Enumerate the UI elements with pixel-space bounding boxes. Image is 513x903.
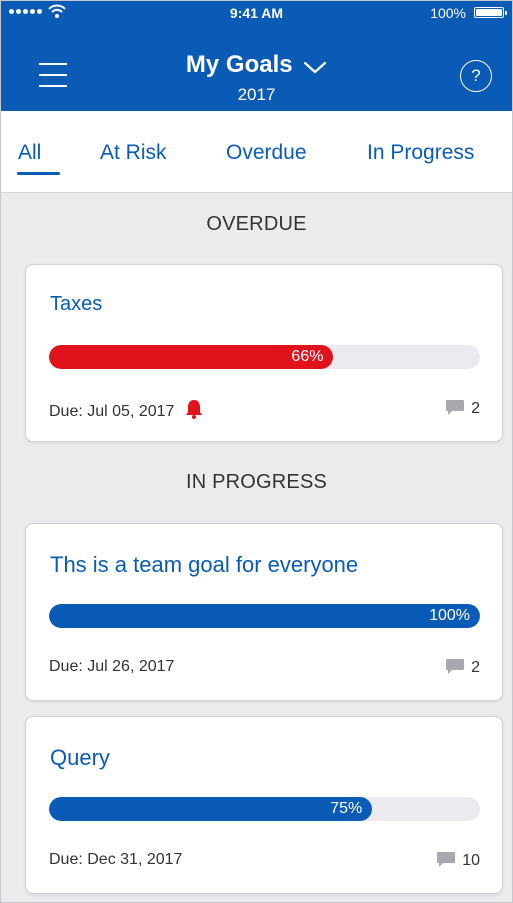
progress-bar: 75% (49, 797, 480, 821)
goal-period-selector[interactable]: My Goals (1, 51, 512, 79)
tab-overdue[interactable]: Overdue (226, 141, 307, 165)
page-title: My Goals (185, 51, 293, 78)
goal-title[interactable]: Taxes (50, 293, 102, 316)
comment-count-value: 2 (471, 400, 480, 417)
comment-icon (437, 852, 456, 867)
help-button[interactable]: ? (460, 60, 492, 92)
comment-count[interactable]: 2 (445, 399, 480, 418)
battery-icon (474, 7, 507, 18)
comment-icon (446, 400, 465, 415)
comment-count[interactable]: 2 (445, 658, 480, 677)
chevron-down-icon (303, 61, 327, 73)
due-date: Due: Jul 05, 2017 (49, 403, 175, 420)
comment-count-value: 10 (462, 852, 480, 869)
bell-icon (185, 400, 202, 419)
goal-title[interactable]: Query (50, 745, 110, 771)
progress-bar-fill: 75% (49, 797, 373, 821)
comment-icon (446, 659, 465, 674)
page-subtitle-year: 2017 (237, 85, 276, 104)
progress-percent: 75% (330, 800, 363, 817)
app-header: 9:41 AM 100% My Goals 2017 ? (1, 1, 512, 111)
tab-all[interactable]: All (18, 141, 41, 165)
goal-card[interactable]: Taxes 66% Due: Jul 05, 2017 2 (25, 264, 503, 442)
progress-bar-fill: 100% (49, 604, 480, 628)
due-date-row: Due: Jul 05, 2017 (49, 399, 203, 421)
goal-card[interactable]: Ths is a team goal for everyone 100% Due… (25, 523, 503, 701)
comment-count[interactable]: 10 (436, 851, 480, 870)
tab-in-progress[interactable]: In Progress (367, 141, 474, 165)
filter-tabs: All At Risk Overdue In Progress (1, 111, 512, 193)
progress-percent: 100% (429, 607, 470, 624)
goal-title[interactable]: Ths is a team goal for everyone (50, 552, 358, 578)
progress-bar-fill: 66% (49, 345, 334, 369)
comment-count-value: 2 (471, 659, 480, 676)
due-date: Due: Jul 26, 2017 (49, 658, 175, 675)
goal-card[interactable]: Query 75% Due: Dec 31, 2017 10 (25, 716, 503, 894)
progress-percent: 66% (291, 348, 324, 365)
active-tab-indicator (17, 172, 60, 175)
section-heading-overdue: OVERDUE (206, 213, 307, 235)
progress-bar: 100% (49, 604, 480, 628)
status-bar: 9:41 AM 100% (1, 1, 512, 23)
tab-at-risk[interactable]: At Risk (100, 141, 167, 165)
app-screen: 9:41 AM 100% My Goals 2017 ? All At Risk… (0, 0, 513, 903)
section-heading-in-progress: IN PROGRESS (185, 471, 328, 493)
due-date: Due: Dec 31, 2017 (49, 851, 183, 868)
progress-bar: 66% (49, 345, 480, 369)
battery-percent: 100% (430, 5, 466, 21)
